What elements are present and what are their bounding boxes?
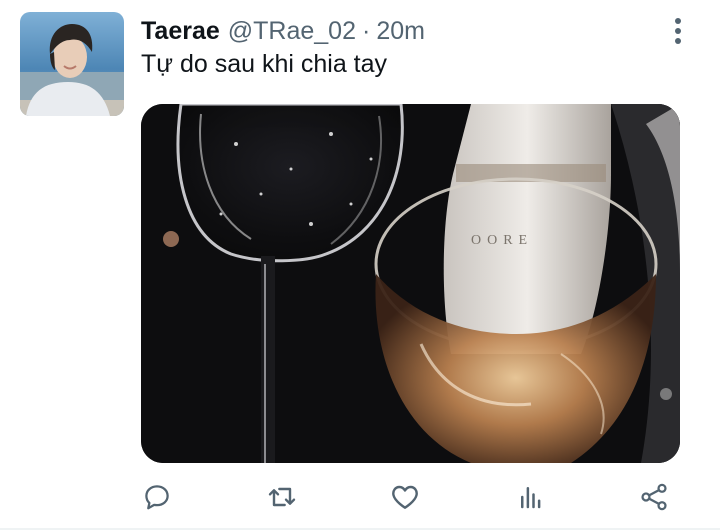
more-button[interactable] <box>664 14 692 48</box>
analytics-button[interactable] <box>510 476 552 518</box>
heart-icon <box>392 485 418 509</box>
retweet-button[interactable] <box>261 476 303 518</box>
more-vertical-icon <box>675 18 681 44</box>
share-button[interactable] <box>633 476 675 518</box>
analytics-icon <box>521 487 541 509</box>
retweet-icon <box>268 487 296 507</box>
reply-button[interactable] <box>136 476 178 518</box>
tweet-text: Tự do sau khi chia tay <box>141 50 388 78</box>
share-icon <box>641 483 667 511</box>
tweet[interactable]: Taerae @TRae_02 · 20m Tự do sau khi chia… <box>0 0 720 530</box>
avatar-image <box>20 12 124 116</box>
wine-glasses-photo: OORE <box>141 104 680 463</box>
svg-text:OORE: OORE <box>471 233 533 248</box>
display-name[interactable]: Taerae <box>141 17 220 46</box>
like-button[interactable] <box>384 476 426 518</box>
tweet-header: Taerae @TRae_02 · 20m <box>141 14 425 48</box>
tweet-media-image[interactable]: OORE <box>141 104 680 463</box>
reply-icon <box>145 485 169 510</box>
tweet-actions <box>0 476 720 518</box>
user-handle[interactable]: @TRae_02 <box>228 17 356 46</box>
timestamp[interactable]: 20m <box>376 17 425 46</box>
separator-dot: · <box>362 16 371 45</box>
avatar[interactable] <box>20 12 124 116</box>
